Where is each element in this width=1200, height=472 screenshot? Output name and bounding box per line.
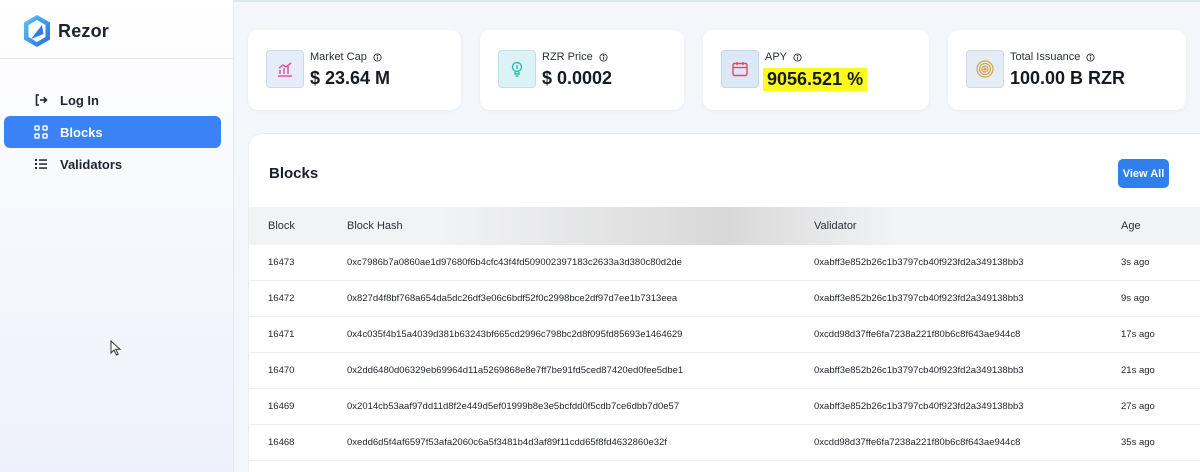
table-row[interactable]: 16469 0x2014cb53aaf97dd11d8f2e449d5ef019… <box>249 389 1200 425</box>
block-age: 17s ago <box>1121 329 1155 340</box>
block-number[interactable]: 16471 <box>268 329 294 340</box>
validator-address[interactable]: 0xcdd98d37ffe6fa7238a221f80b6c8f643ae944… <box>814 329 1020 340</box>
blocks-title: Blocks <box>269 165 319 182</box>
block-age: 3s ago <box>1121 257 1150 268</box>
sidebar-item-label: Blocks <box>60 124 103 140</box>
price-label: RZR Price <box>542 51 593 63</box>
view-all-button[interactable]: View All <box>1118 159 1169 188</box>
coin-icon <box>966 50 1004 88</box>
issuance-label: Total Issuance <box>1010 51 1081 63</box>
lightbulb-icon <box>498 50 536 88</box>
validator-address[interactable]: 0xabff3e852b26c1b3797cb40f923fd2a349138b… <box>814 293 1024 304</box>
block-age: 21s ago <box>1121 365 1155 376</box>
column-header-hash[interactable]: Block Hash <box>347 220 403 232</box>
info-icon[interactable] <box>1086 52 1095 62</box>
sidebar-item-blocks[interactable]: Blocks <box>4 116 221 148</box>
column-header-block[interactable]: Block <box>268 220 295 232</box>
block-number[interactable]: 16468 <box>268 437 294 448</box>
sidebar-item-label: Validators <box>60 156 123 172</box>
issuance-card: Total Issuance 100.00 B RZR <box>948 30 1186 110</box>
validator-address[interactable]: 0xabff3e852b26c1b3797cb40f923fd2a349138b… <box>814 401 1024 412</box>
block-age: 35s ago <box>1121 437 1155 448</box>
sidebar-nav: Log In Blocks Validators <box>4 84 221 180</box>
block-hash[interactable]: 0x827d4f8bf768a654da5dc26df3e06c6bdf52f0… <box>347 293 677 304</box>
block-number[interactable]: 16472 <box>268 293 294 304</box>
sidebar-item-validators[interactable]: Validators <box>4 148 221 180</box>
app-name: Rezor <box>58 20 110 41</box>
block-hash[interactable]: 0x2014cb53aaf97dd11d8f2e449d5ef01999b8e3… <box>347 401 679 412</box>
info-icon[interactable] <box>373 52 382 62</box>
column-header-age[interactable]: Age <box>1121 220 1141 232</box>
sidebar-divider <box>0 58 233 59</box>
mouse-cursor-icon <box>110 340 122 356</box>
apy-value: 9056.521 % <box>763 68 868 91</box>
sidebar-item-label: Log In <box>60 92 99 108</box>
price-card: RZR Price $ 0.0002 <box>480 30 684 110</box>
apy-label: APY <box>765 51 788 63</box>
blocks-icon <box>34 125 48 139</box>
brand[interactable]: Rezor <box>22 14 109 48</box>
block-age: 27s ago <box>1121 401 1155 412</box>
table-row[interactable]: 16471 0x4c035f4b15a4039d381b63243bf665cd… <box>249 317 1200 353</box>
table-row[interactable]: 16472 0x827d4f8bf768a654da5dc26df3e06c6b… <box>249 281 1200 317</box>
stat-label: RZR Price <box>542 51 608 63</box>
block-number[interactable]: 16469 <box>268 401 294 412</box>
table-row[interactable]: 16468 0xedd6d5f4af6597f53afa2060c6a5f348… <box>249 425 1200 461</box>
chart-icon <box>266 50 304 88</box>
block-hash[interactable]: 0x4c035f4b15a4039d381b63243bf665cd2996c7… <box>347 329 682 340</box>
validator-address[interactable]: 0xcdd98d37ffe6fa7238a221f80b6c8f643ae944… <box>814 437 1020 448</box>
info-icon[interactable] <box>599 52 608 62</box>
validator-address[interactable]: 0xabff3e852b26c1b3797cb40f923fd2a349138b… <box>814 365 1024 376</box>
market-cap-value: $ 23.64 M <box>310 68 391 88</box>
stat-label: APY <box>765 51 802 63</box>
sidebar: Rezor Log In Blocks Validators <box>0 0 234 472</box>
block-number[interactable]: 16470 <box>268 365 294 376</box>
block-number[interactable]: 16473 <box>268 257 294 268</box>
calendar-icon <box>721 50 759 88</box>
block-hash[interactable]: 0xc7986b7a0860ae1d97680f6b4cfc43f4fd5090… <box>347 257 682 268</box>
issuance-value: 100.00 B RZR <box>1010 68 1126 88</box>
blocks-panel: Blocks View All Block Block Hash Validat… <box>248 133 1200 472</box>
table-row[interactable]: 16470 0x2dd6480d06329eb69964d11a5269868e… <box>249 353 1200 389</box>
market-cap-card: Market Cap $ 23.64 M <box>248 30 461 110</box>
login-icon <box>34 93 48 107</box>
rezor-logo-icon <box>24 15 50 47</box>
apy-card: APY 9056.521 % <box>703 30 929 110</box>
sidebar-item-login[interactable]: Log In <box>4 84 221 116</box>
stat-label: Total Issuance <box>1010 51 1095 63</box>
block-hash[interactable]: 0xedd6d5f4af6597f53afa2060c6a5f3481b4d3a… <box>347 437 667 448</box>
block-age: 9s ago <box>1121 293 1150 304</box>
price-value: $ 0.0002 <box>542 68 613 88</box>
market-cap-label: Market Cap <box>310 51 367 63</box>
table-row[interactable]: 16473 0xc7986b7a0860ae1d97680f6b4cfc43f4… <box>249 245 1200 281</box>
table-header: Block Block Hash Validator Age <box>249 207 1200 245</box>
column-header-validator[interactable]: Validator <box>814 220 857 232</box>
stat-label: Market Cap <box>310 51 382 63</box>
validator-address[interactable]: 0xabff3e852b26c1b3797cb40f923fd2a349138b… <box>814 257 1024 268</box>
block-hash[interactable]: 0x2dd6480d06329eb69964d11a5269868e8e7ff7… <box>347 365 683 376</box>
list-icon <box>34 157 48 171</box>
info-icon[interactable] <box>793 52 802 62</box>
